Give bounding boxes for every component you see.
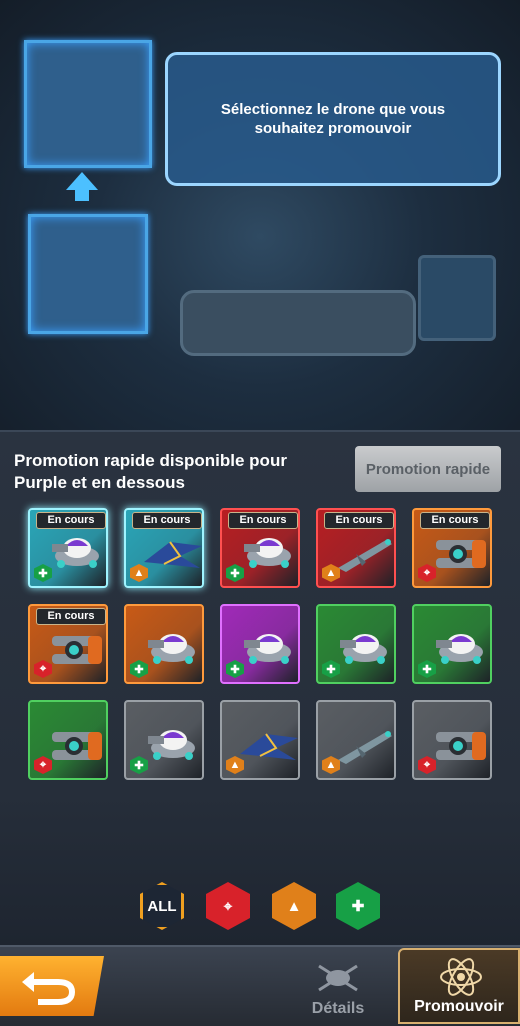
saucer-drone-icon xyxy=(140,628,198,668)
drone-card[interactable]: En cours ✚ xyxy=(28,508,108,588)
tab-details-label: Détails xyxy=(311,1000,365,1017)
tab-promote[interactable]: Promouvoir xyxy=(398,948,520,1024)
drone-card[interactable]: En cours ▲ xyxy=(316,508,396,588)
cannon-drone-icon xyxy=(428,724,486,764)
flame-icon: ▲ xyxy=(286,897,302,915)
quick-promotion-button[interactable]: Promotion rapide xyxy=(355,446,501,492)
cannon-drone-icon xyxy=(44,628,102,668)
cannon-drone-icon xyxy=(44,724,102,764)
drone-card[interactable]: ▲ xyxy=(316,700,396,780)
drone-card[interactable]: ✚ xyxy=(412,604,492,684)
in-progress-tag: En cours xyxy=(420,512,490,529)
quick-promotion-label: Promotion rapide xyxy=(365,460,491,478)
drone-card[interactable]: ✚ xyxy=(220,604,300,684)
saucer-drone-icon xyxy=(428,628,486,668)
saucer-drone-icon xyxy=(44,532,102,572)
drone-card[interactable]: ▲ xyxy=(220,700,300,780)
drone-card[interactable]: ⌖ xyxy=(412,700,492,780)
in-progress-tag: En cours xyxy=(36,608,106,625)
in-progress-tag: En cours xyxy=(324,512,394,529)
background-console xyxy=(180,290,416,356)
jet-drone-icon xyxy=(236,724,298,764)
quick-promotion-info: Promotion rapide disponible pour Purple … xyxy=(14,451,287,492)
instruction-text: Sélectionnez le drone que vous souhaitez… xyxy=(220,101,446,137)
saucer-drone-icon xyxy=(236,628,294,668)
drone-card[interactable]: En cours ✚ xyxy=(220,508,300,588)
drone-card[interactable]: ✚ xyxy=(316,604,396,684)
background-screen xyxy=(418,255,496,341)
instruction-box: Sélectionnez le drone que vous souhaitez… xyxy=(165,52,501,186)
tab-details[interactable]: Détails xyxy=(296,948,380,1024)
arrow-up-icon xyxy=(66,172,98,190)
drone-icon xyxy=(318,964,358,992)
saucer-drone-icon xyxy=(332,628,390,668)
missile-drone-icon xyxy=(332,532,392,572)
in-progress-tag: En cours xyxy=(36,512,106,529)
cannon-drone-icon xyxy=(428,532,486,572)
in-progress-tag: En cours xyxy=(132,512,202,529)
drone-card[interactable]: En cours ▲ xyxy=(124,508,204,588)
in-progress-tag: En cours xyxy=(228,512,298,529)
jet-drone-icon xyxy=(140,532,202,572)
crosshair-icon: ⌖ xyxy=(223,897,233,915)
filter-all-label: ALL xyxy=(147,897,177,915)
missile-drone-icon xyxy=(332,724,392,764)
atom-icon xyxy=(440,958,482,996)
drone-card[interactable]: En cours ⌖ xyxy=(412,508,492,588)
drone-card[interactable]: ✚ xyxy=(124,604,204,684)
saucer-drone-icon xyxy=(140,724,198,764)
drone-card[interactable]: ✚ xyxy=(124,700,204,780)
source-drone-slot[interactable] xyxy=(28,214,148,334)
target-drone-slot[interactable] xyxy=(24,40,152,168)
drone-card[interactable]: En cours ⌖ xyxy=(28,604,108,684)
back-arrow-icon xyxy=(22,972,76,1005)
arrow-up-stem xyxy=(75,189,89,201)
back-button[interactable] xyxy=(0,956,104,1016)
saucer-drone-icon xyxy=(236,532,294,572)
tab-promote-label: Promouvoir xyxy=(414,998,504,1015)
shield-plus-icon: ✚ xyxy=(351,898,365,915)
drone-card[interactable]: ⌖ xyxy=(28,700,108,780)
